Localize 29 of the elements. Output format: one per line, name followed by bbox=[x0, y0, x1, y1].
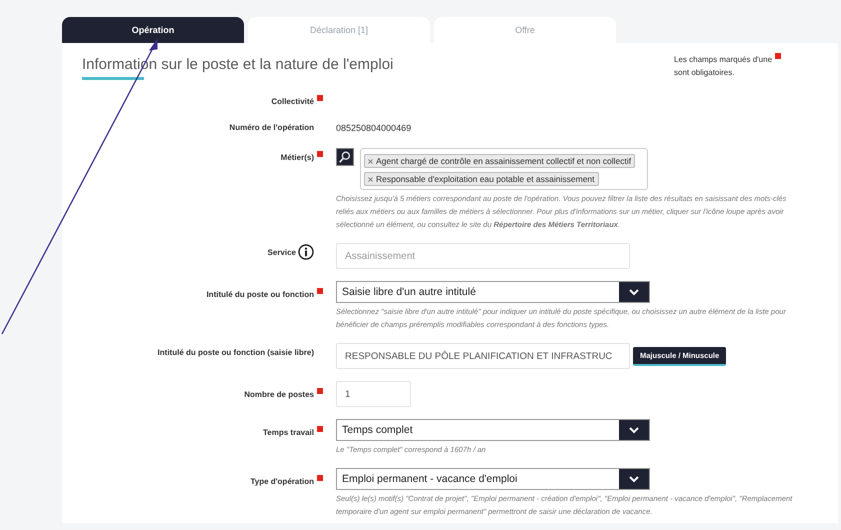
field-label: Métier(s) bbox=[280, 153, 314, 162]
required-note: sont obligatoires. bbox=[674, 68, 734, 77]
chevron-down-icon bbox=[629, 476, 639, 482]
required-note: Les champs marqués d'une bbox=[674, 55, 772, 64]
field-label: Nombre de postes bbox=[244, 390, 314, 399]
tag-chip[interactable]: Agent chargé de contrôle en assainissement collectif et non collectif bbox=[364, 154, 636, 168]
remove-icon[interactable] bbox=[368, 159, 373, 164]
field-label: Numéro de l'opération bbox=[229, 123, 314, 132]
tag-chip[interactable]: Responsable d'exploitation eau potable et assainissement bbox=[364, 172, 599, 186]
field-value: 085250804000469 bbox=[336, 122, 412, 133]
dropdown[interactable]: Saisie libre d'un autre intitulé bbox=[336, 281, 650, 303]
field-label: Temps travail bbox=[263, 428, 314, 437]
field-label: Type d'opération bbox=[250, 477, 314, 486]
dropdown[interactable]: Temps complet bbox=[336, 419, 650, 441]
text-field[interactable]: RESPONSABLE DU PÔLE PLANIFICATION ET INFRASTRUC bbox=[336, 343, 630, 369]
chevron-down-icon bbox=[629, 288, 639, 296]
search-button[interactable] bbox=[336, 148, 354, 166]
number-field[interactable]: 1 bbox=[336, 381, 411, 407]
dropdown[interactable]: Emploi permanent - vacance d'emploi bbox=[336, 468, 650, 490]
field-label: Collectivité bbox=[271, 97, 314, 106]
title-underline bbox=[82, 77, 144, 80]
field-label: Intitulé du poste ou fonction (saisie libre) bbox=[158, 348, 314, 357]
tag-field[interactable]: Agent chargé de contrôle en assainissement collectif et non collectif Responsable d'exploitation eau potable et assainissement bbox=[360, 148, 648, 190]
field-label: Intitulé du poste ou fonction bbox=[206, 290, 314, 299]
remove-icon[interactable] bbox=[368, 177, 373, 182]
tab[interactable]: Opération bbox=[62, 17, 244, 43]
info-icon[interactable] bbox=[298, 244, 314, 260]
chevron-down-icon bbox=[629, 426, 639, 434]
field-label: Service bbox=[268, 248, 296, 257]
